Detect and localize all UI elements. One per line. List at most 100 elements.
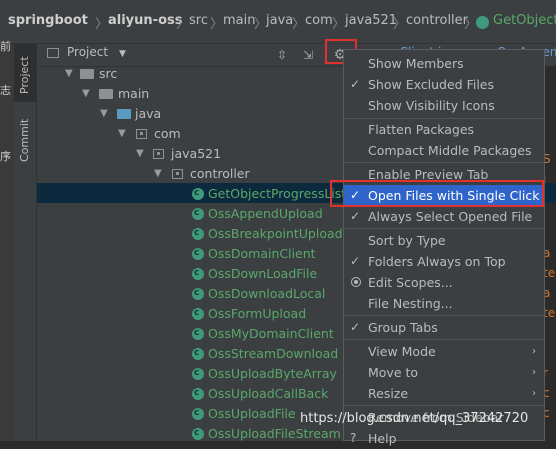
menu-item-edit-scopes[interactable]: Edit Scopes... xyxy=(344,272,544,293)
breadcrumb-item-main[interactable]: main xyxy=(223,13,255,28)
left-edge-strip: 前 志 序 xyxy=(0,40,14,441)
menu-separator xyxy=(344,405,544,406)
menu-item-always-select-opened-file[interactable]: ✓ Always Select Opened File xyxy=(344,206,544,227)
breadcrumb-separator: 〉 xyxy=(176,17,190,32)
tree-file-row[interactable]: OssDomainClient xyxy=(37,243,337,264)
menu-item-label: Always Select Opened File xyxy=(368,209,533,224)
cutoff-text: 序 xyxy=(0,150,11,163)
breadcrumb-item-controller[interactable]: controller xyxy=(406,13,468,28)
menu-item-show-members[interactable]: Show Members xyxy=(344,53,544,74)
chevron-down-icon[interactable]: ▼ xyxy=(154,164,162,184)
file-name: OssUploadByteArray xyxy=(208,366,337,381)
java-class-icon xyxy=(192,403,204,423)
tree-node-src[interactable]: ▼ src xyxy=(37,64,337,84)
java-class-icon xyxy=(192,223,204,243)
menu-item-label: Move to xyxy=(368,365,419,380)
chevron-down-icon[interactable]: ▼ xyxy=(119,49,126,59)
menu-item-label: Folders Always on Top xyxy=(368,254,506,269)
collapse-all-icon[interactable]: ⇲ xyxy=(299,46,317,64)
file-name: OssStreamDownload xyxy=(208,346,339,361)
watermark-text: https://blog.csdn.net/qq_37242720 xyxy=(300,411,529,426)
checkmark-icon: ✓ xyxy=(350,209,361,223)
menu-item-compact-middle-packages[interactable]: Compact Middle Packages xyxy=(344,140,544,161)
breadcrumb-separator: 〉 xyxy=(292,17,306,32)
tree-file-row[interactable]: OssAppendUpload xyxy=(37,203,337,224)
package-icon xyxy=(172,169,183,179)
chevron-down-icon[interactable]: ▼ xyxy=(136,144,144,164)
menu-item-label: Sort by Type xyxy=(368,233,446,248)
tree-file-row[interactable]: OssDownloadLocal xyxy=(37,283,337,304)
menu-item-show-excluded-files[interactable]: ✓ Show Excluded Files xyxy=(344,74,544,95)
tab-commit-label: Commit xyxy=(18,118,31,162)
menu-item-label: Resize xyxy=(368,386,409,401)
tree-file-row[interactable]: OssStreamDownload xyxy=(37,343,339,364)
panel-title[interactable]: Project xyxy=(67,45,108,59)
tree-file-row[interactable]: OssBreakpointUpload xyxy=(37,223,343,244)
tree-file-row[interactable]: GetObjectProgressListe xyxy=(37,183,354,204)
tree-file-row[interactable]: OssUploadFile xyxy=(37,403,337,424)
chevron-down-icon[interactable]: ▼ xyxy=(118,124,126,144)
tree-file-row[interactable]: OssDownLoadFile xyxy=(37,263,337,284)
menu-item-label: File Nesting... xyxy=(368,296,453,311)
tree-node-main[interactable]: ▼ main xyxy=(37,84,337,104)
tree-file-row[interactable]: OssMyDomainClient xyxy=(37,323,337,344)
menu-item-help[interactable]: ? Help xyxy=(344,428,544,449)
expand-all-icon[interactable]: ⇳ xyxy=(273,46,291,64)
tree-file-row[interactable]: OssFormUpload xyxy=(37,303,337,324)
tree-node-java[interactable]: ▼ java xyxy=(37,104,337,124)
tree-node-label: com xyxy=(154,126,181,141)
tool-window-strip: Project Commit xyxy=(14,44,37,441)
breadcrumb-separator: 〉 xyxy=(332,17,346,32)
java-class-icon xyxy=(476,16,489,29)
java-class-icon xyxy=(192,363,204,383)
java-class-icon xyxy=(192,283,204,303)
tree-node-java521[interactable]: ▼ java521 xyxy=(37,144,337,164)
menu-item-view-mode[interactable]: View Mode › xyxy=(344,341,544,362)
menu-item-folders-always-on-top[interactable]: ✓ Folders Always on Top xyxy=(344,251,544,272)
breadcrumb-item-java[interactable]: java xyxy=(266,13,293,28)
project-window-icon xyxy=(47,48,59,58)
java-class-icon xyxy=(192,343,204,363)
java-class-icon xyxy=(192,423,204,443)
menu-item-move-to[interactable]: Move to › xyxy=(344,362,544,383)
tree-node-label: java521 xyxy=(171,146,222,161)
java-class-icon xyxy=(192,323,204,343)
folder-icon xyxy=(99,89,113,99)
tree-node-controller[interactable]: ▼ controller xyxy=(37,164,337,184)
java-class-icon xyxy=(192,183,204,203)
tree-node-com[interactable]: ▼ com xyxy=(37,124,337,144)
menu-item-label: Flatten Packages xyxy=(368,122,475,137)
breadcrumb-item-current-file[interactable]: GetObjectP xyxy=(493,13,556,28)
java-class-icon xyxy=(192,263,204,283)
file-name: OssMyDomainClient xyxy=(208,326,334,341)
menu-item-group-tabs[interactable]: ✓ Group Tabs xyxy=(344,317,544,338)
menu-item-resize[interactable]: Resize › xyxy=(344,383,544,404)
menu-item-flatten-packages[interactable]: Flatten Packages xyxy=(344,119,544,140)
menu-item-label: Group Tabs xyxy=(368,320,438,335)
tab-commit[interactable]: Commit xyxy=(14,116,36,166)
menu-item-file-nesting[interactable]: File Nesting... xyxy=(344,293,544,314)
chevron-down-icon[interactable]: ▼ xyxy=(65,64,73,84)
java-class-icon xyxy=(192,303,204,323)
question-icon: ? xyxy=(350,431,357,445)
tree-file-row[interactable]: OssUploadFileStream xyxy=(37,423,341,444)
breadcrumb-item-com[interactable]: com xyxy=(305,13,333,28)
tree-file-row[interactable]: OssUploadByteArray xyxy=(37,363,337,384)
breadcrumb-item-aliyun-oss[interactable]: aliyun-oss xyxy=(108,13,182,28)
breadcrumb-item-java521[interactable]: java521 xyxy=(345,13,397,28)
menu-item-show-visibility-icons[interactable]: Show Visibility Icons xyxy=(344,95,544,116)
tab-project[interactable]: Project xyxy=(14,44,36,102)
chevron-right-icon: › xyxy=(532,367,536,378)
breadcrumb-item-src[interactable]: src xyxy=(189,13,208,28)
chevron-right-icon: › xyxy=(532,346,536,357)
checkmark-icon: ✓ xyxy=(350,77,361,91)
chevron-down-icon[interactable]: ▼ xyxy=(82,84,90,104)
menu-item-label: Compact Middle Packages xyxy=(368,143,532,158)
checkmark-icon: ✓ xyxy=(350,254,361,268)
chevron-down-icon[interactable]: ▼ xyxy=(100,104,108,124)
breadcrumb-item-springboot[interactable]: springboot xyxy=(8,13,88,28)
checkmark-icon: ✓ xyxy=(350,320,361,334)
tab-project-label: Project xyxy=(18,56,31,94)
menu-item-sort-by-type[interactable]: Sort by Type xyxy=(344,230,544,251)
tree-file-row[interactable]: OssUploadCallBack xyxy=(37,383,337,404)
